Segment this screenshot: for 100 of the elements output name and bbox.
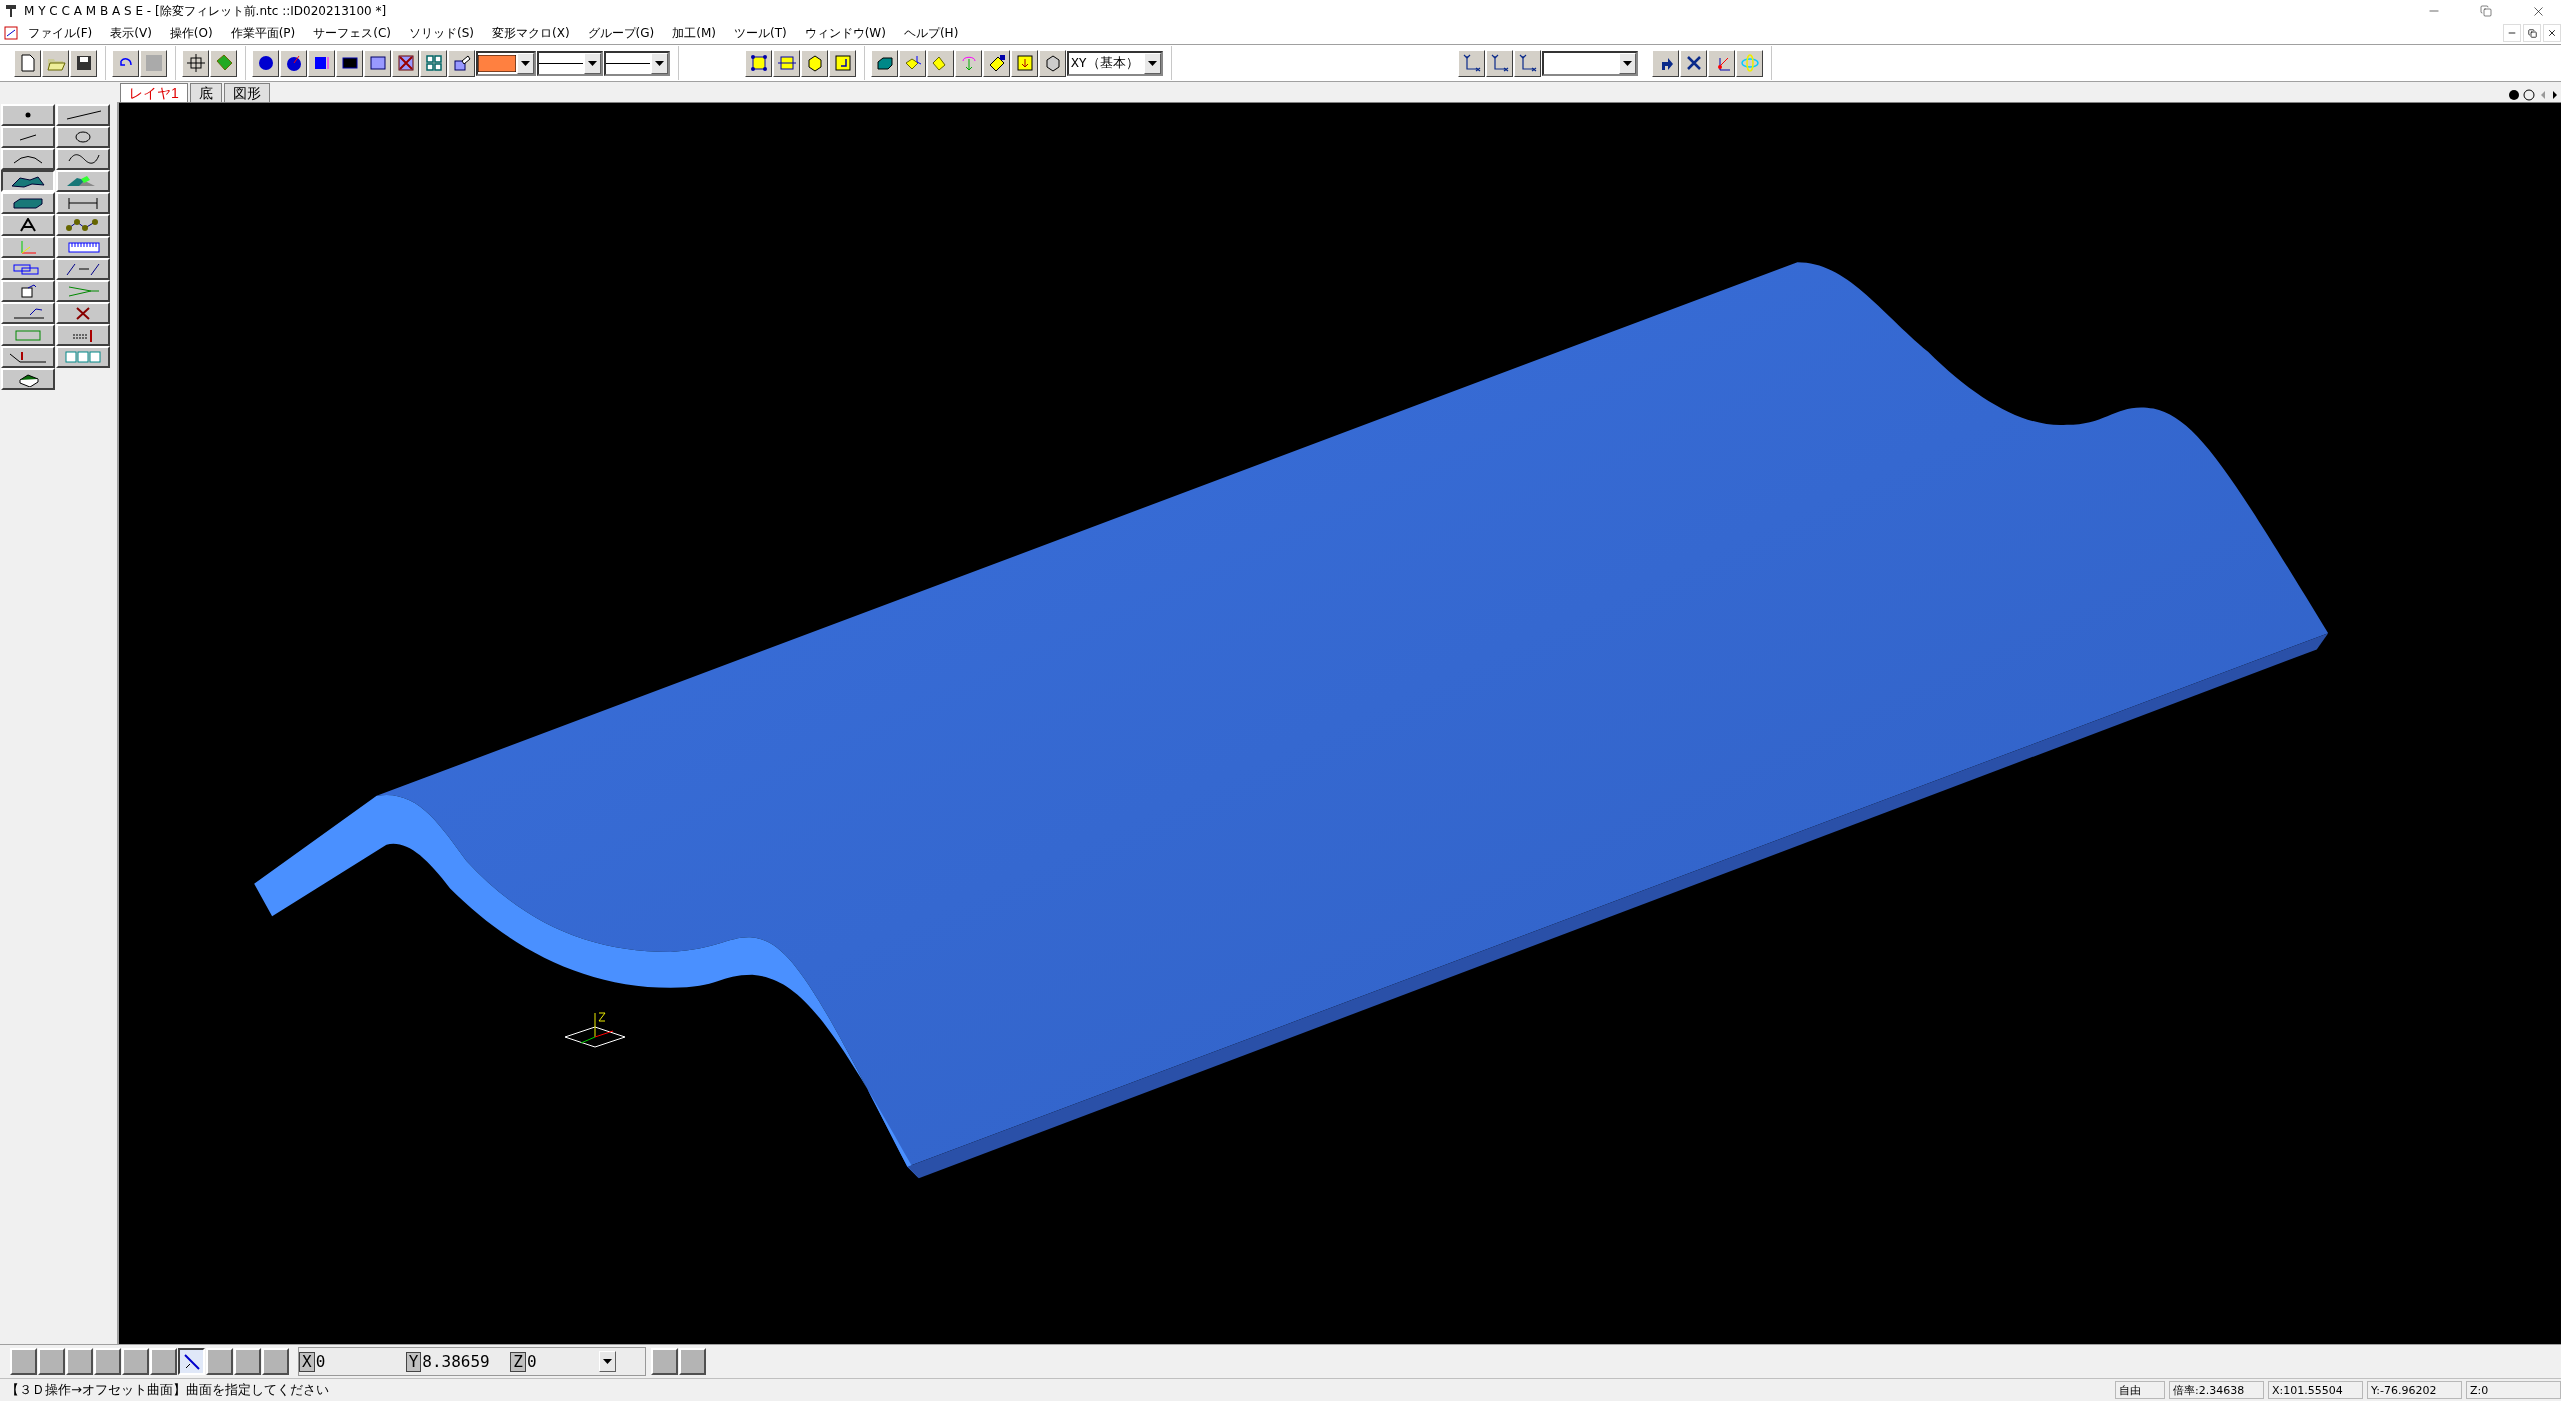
solid-tool[interactable] [1, 192, 55, 214]
wave-tool[interactable] [56, 148, 110, 170]
slope-line-tool[interactable] [1, 346, 55, 368]
snap-button[interactable] [178, 1348, 205, 1375]
fit-view-button[interactable] [182, 49, 209, 77]
dropdown-button[interactable] [1619, 52, 1636, 74]
surface-tool[interactable] [1, 170, 55, 192]
tool-button[interactable] [679, 1348, 706, 1375]
ruler-tool[interactable] [56, 236, 110, 258]
text-tool[interactable] [1, 214, 55, 236]
dimension-tool[interactable] [56, 192, 110, 214]
cube-axes-button[interactable] [899, 49, 926, 77]
document-minimize-button[interactable] [2503, 24, 2521, 42]
four-panes-button[interactable] [420, 49, 447, 77]
down-arrow-square-icon [1014, 53, 1035, 73]
rectangle-tool[interactable] [1, 324, 55, 346]
menu-item[interactable]: 変形マクロ(X) [484, 24, 578, 42]
letter-a-icon [20, 218, 36, 232]
down-arrow-square-button[interactable] [1011, 49, 1038, 77]
close-button[interactable] [1680, 49, 1707, 77]
corner-square-button[interactable] [829, 49, 856, 77]
dropdown-button[interactable] [598, 1351, 616, 1372]
rectangle-move-tool[interactable] [1, 258, 55, 280]
crossed-panel-button[interactable] [392, 49, 419, 77]
polyline-tool[interactable] [56, 214, 110, 236]
box-button[interactable] [871, 49, 898, 77]
document-restore-button[interactable] [2523, 24, 2541, 42]
menu-item[interactable]: ファイル(F) [20, 24, 101, 42]
window-title: M Y C C A M B A S E - [除変フィレット前.ntc ::ID020213100 *] [24, 2, 388, 20]
parallel-line-tool[interactable] [56, 258, 110, 280]
folded-plane-button[interactable] [927, 49, 954, 77]
grid-panel-button[interactable] [364, 49, 391, 77]
view-plane-dropdown[interactable]: XY（基本） [1067, 50, 1163, 76]
app-logo-icon [4, 3, 18, 19]
menu-item[interactable]: グループ(G) [579, 24, 663, 42]
orbit-button[interactable] [1736, 49, 1763, 77]
menu-item[interactable]: サーフェス(C) [305, 24, 399, 42]
hand-panel-button[interactable] [448, 49, 475, 77]
three-frames-tool[interactable] [56, 346, 110, 368]
rotate-arrow-button[interactable] [1652, 49, 1679, 77]
arc-arrow-button[interactable] [955, 49, 982, 77]
layer-tab[interactable]: レイヤ1 [120, 83, 188, 102]
axis-label: Z [510, 1351, 526, 1372]
menu-item[interactable]: 加工(M) [664, 24, 724, 42]
coordinate-input[interactable]: X 0 Y 8.38659 Z 0 [298, 1347, 646, 1376]
converging-lines-tool[interactable] [56, 280, 110, 302]
menu-item[interactable]: 作業平面(P) [222, 24, 304, 42]
square-line-button[interactable] [773, 49, 800, 77]
menu-item[interactable]: ツール(T) [726, 24, 795, 42]
sphere-button[interactable] [252, 49, 279, 77]
circle-tool[interactable] [56, 126, 110, 148]
line-width-dropdown[interactable] [604, 50, 670, 76]
dropdown-field[interactable] [1542, 50, 1638, 76]
sphere-marked-button[interactable] [280, 49, 307, 77]
point-tool[interactable] [1, 104, 55, 126]
shaded-panel-button[interactable] [308, 49, 335, 77]
restore-icon [2480, 5, 2492, 17]
dropdown-button[interactable] [651, 52, 668, 74]
menu-item[interactable]: ウィンドウ(W) [796, 24, 894, 42]
save-button[interactable] [70, 49, 97, 77]
menu-item[interactable]: 操作(O) [161, 24, 221, 42]
dropdown-button[interactable] [584, 52, 601, 74]
blank-button[interactable] [140, 49, 167, 77]
dropdown-button[interactable] [517, 52, 534, 74]
dropdown-button[interactable] [1144, 52, 1161, 74]
line-pointer-tool[interactable] [1, 302, 55, 324]
yx-axes-button[interactable] [1458, 49, 1485, 77]
restore-icon [2527, 28, 2537, 38]
line-tool[interactable] [56, 104, 110, 126]
menu-item[interactable]: ヘルプ(H) [895, 24, 967, 42]
axes-point-button[interactable] [1708, 49, 1735, 77]
square-corners-button[interactable] [745, 49, 772, 77]
new-file-button[interactable] [14, 49, 41, 77]
line-type-dropdown[interactable] [537, 50, 603, 76]
arc-tool[interactable] [1, 148, 55, 170]
segment-tool[interactable] [1, 126, 55, 148]
axes-tool[interactable] [1, 236, 55, 258]
zy-axes-button[interactable] [1486, 49, 1513, 77]
tool-button[interactable] [651, 1348, 678, 1375]
caret-icon [1623, 60, 1632, 66]
menu-item[interactable]: 表示(V) [102, 24, 160, 42]
layer-tab[interactable]: 図形 [223, 83, 270, 102]
document-close-button[interactable] [2543, 24, 2561, 42]
delete-tool[interactable] [56, 302, 110, 324]
note-pointer-tool[interactable] [1, 280, 55, 302]
zx-axes-button[interactable] [1514, 49, 1541, 77]
color-dropdown[interactable] [476, 50, 536, 76]
menu-item[interactable]: ソリッド(S) [401, 24, 482, 42]
undo-button[interactable] [112, 49, 139, 77]
open-folder-button[interactable] [42, 49, 69, 77]
dotted-lines-tool[interactable] [56, 324, 110, 346]
diagonal-line-icon [181, 1351, 202, 1372]
tag-button[interactable] [210, 49, 237, 77]
surface-edit-tool[interactable] [56, 170, 110, 192]
tilted-plane-button[interactable] [983, 49, 1010, 77]
four-panes-icon [423, 53, 444, 73]
book-tool[interactable] [1, 368, 55, 390]
layer-tab[interactable]: 底 [189, 83, 222, 102]
filled-panel-button[interactable] [336, 49, 363, 77]
yx-axes-icon [1461, 53, 1482, 73]
